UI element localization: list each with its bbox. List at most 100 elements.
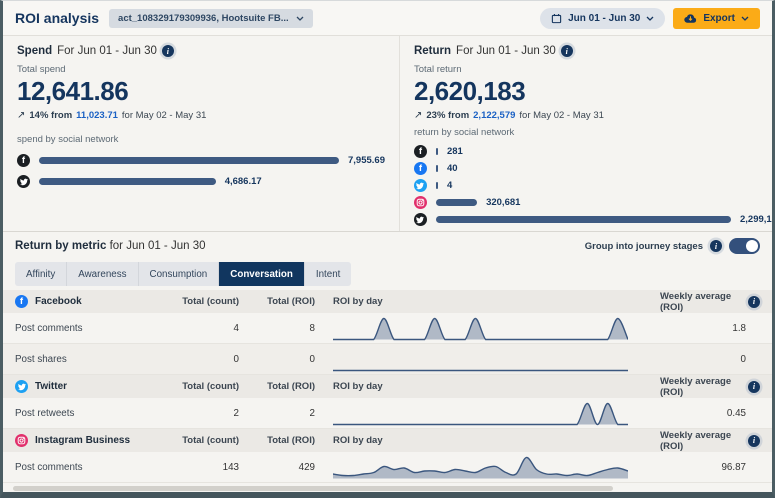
group-network: Instagram Business (15, 434, 173, 447)
metric-row-instagram-business-post-comments: Post comments14342996.87 (3, 452, 772, 483)
info-icon[interactable]: i (748, 296, 760, 308)
facebook-blue-icon: f (15, 295, 28, 308)
col-roi-by-day: ROI by day (315, 381, 660, 392)
roi-sparkline (333, 315, 628, 341)
spend-card: Spend For Jun 01 - Jun 30 i Total spend … (3, 36, 400, 231)
tab-intent[interactable]: Intent (305, 262, 352, 286)
network-bar (39, 157, 339, 164)
network-bar-row-facebook-dark: f 281 (414, 143, 775, 160)
return-network-bars: f 281 f40 4 320,681 2,299,177 (414, 143, 775, 228)
tab-awareness[interactable]: Awareness (67, 262, 138, 286)
roi-sparkline (333, 346, 628, 372)
date-range-picker[interactable]: Jun 01 - Jun 30 (540, 8, 665, 29)
col-weekly-average: Weekly average (ROI)i (660, 376, 760, 398)
instagram-icon (15, 434, 28, 447)
info-icon[interactable]: i (748, 381, 760, 393)
horizontal-scrollbar-thumb[interactable] (13, 486, 613, 491)
group-header-instagram-business: Instagram BusinessTotal (count)Total (RO… (3, 429, 772, 452)
col-total-roi: Total (ROI) (239, 435, 315, 446)
network-bar-row-facebook: f40 (414, 160, 775, 177)
metric-sparkline-cell (315, 346, 660, 372)
twitter-dark-icon (17, 175, 30, 188)
spend-period: For Jun 01 - Jun 30 (57, 45, 157, 57)
network-bar (436, 182, 438, 189)
metric-total-roi: 2 (239, 408, 315, 419)
chevron-down-icon (646, 16, 654, 21)
journey-stage-toggle[interactable] (729, 238, 760, 254)
metric-total-roi: 429 (239, 462, 315, 473)
col-weekly-average-label: Weekly average (ROI) (660, 291, 743, 313)
total-return-value: 2,620,183 (414, 76, 775, 107)
group-network: Twitter (15, 380, 173, 393)
return-delta-period: for May 02 - May 31 (519, 110, 603, 121)
network-bar-value: 281 (447, 146, 463, 157)
metric-sparkline-cell (315, 454, 660, 480)
spend-delta-period: for May 02 - May 31 (122, 110, 206, 121)
metric-weekly-average: 0.45 (660, 408, 760, 419)
export-button[interactable]: Export (673, 8, 760, 29)
metric-label: Post shares (15, 354, 173, 365)
metric-tabs: AffinityAwarenessConsumptionConversation… (15, 262, 351, 286)
metric-total-count: 0 (173, 354, 239, 365)
network-bar-value: 320,681 (486, 197, 520, 208)
network-bar (436, 148, 438, 155)
return-delta: ↗ 23% from 2,122,579 for May 02 - May 31 (414, 110, 775, 121)
network-bar (436, 216, 731, 223)
metric-label: Post comments (15, 462, 173, 473)
tab-conversation[interactable]: Conversation (219, 262, 305, 286)
spend-delta: ↗ 14% from 11,023.71 for May 02 - May 31 (17, 110, 385, 121)
group-header-facebook: fFacebookTotal (count)Total (ROI)ROI by … (3, 290, 772, 313)
metric-weekly-average: 0 (660, 354, 760, 365)
toggle-knob (746, 240, 758, 252)
account-selector-label: act_108329179309936, Hootsuite FB... (118, 13, 289, 24)
group-network-name: Instagram Business (35, 435, 130, 446)
network-bar-value: 40 (447, 163, 458, 174)
calendar-icon (551, 13, 562, 24)
network-bar-row-facebook: f7,955.69 (17, 150, 385, 171)
metric-section-header: Return by metric for Jun 01 - Jun 30 Gro… (3, 232, 772, 260)
info-icon[interactable]: i (748, 435, 760, 447)
info-icon[interactable]: i (162, 45, 174, 57)
return-period: For Jun 01 - Jun 30 (456, 45, 556, 57)
spend-delta-pct: 14% from (29, 110, 72, 121)
summary-cards: Spend For Jun 01 - Jun 30 i Total spend … (3, 36, 772, 232)
tab-consumption[interactable]: Consumption (139, 262, 220, 286)
journey-stage-control: Group into journey stages i (585, 238, 760, 254)
horizontal-scrollbar-track (13, 486, 762, 491)
network-bar-value: 7,955.69 (348, 155, 385, 166)
return-title: Return (414, 45, 451, 57)
group-network-name: Twitter (35, 381, 67, 392)
col-weekly-average: Weekly average (ROI) i (660, 291, 760, 313)
network-bar-row-twitter-dark: 2,299,177 (414, 211, 775, 228)
return-delta-prev-link[interactable]: 2,122,579 (473, 110, 515, 121)
col-weekly-average: Weekly average (ROI)i (660, 430, 760, 452)
group-network: fFacebook (15, 295, 173, 308)
journey-toggle-label: Group into journey stages (585, 241, 703, 252)
metric-weekly-average: 1.8 (660, 323, 760, 334)
metric-total-count: 2 (173, 408, 239, 419)
col-roi-by-day: ROI by day (315, 435, 660, 446)
col-total-roi: Total (ROI) (239, 296, 315, 307)
metric-label: Post retweets (15, 408, 173, 419)
spend-network-bars: f7,955.694,686.17 (17, 150, 385, 192)
facebook-dark-icon: f (414, 145, 427, 158)
col-total-count: Total (count) (173, 381, 239, 392)
twitter-dark-icon (414, 213, 427, 226)
network-bar-row-instagram-business: 320,681 (414, 194, 775, 211)
spend-title: Spend (17, 45, 52, 57)
cloud-download-icon (684, 13, 697, 24)
col-total-roi: Total (ROI) (239, 381, 315, 392)
topbar-actions: Jun 01 - Jun 30 Export (540, 8, 760, 29)
tab-affinity[interactable]: Affinity (15, 262, 67, 286)
spend-card-title: Spend For Jun 01 - Jun 30 i (17, 45, 385, 57)
spend-delta-prev-link[interactable]: 11,023.71 (76, 110, 118, 121)
col-roi-by-day: ROI by day (315, 296, 660, 307)
spend-bars-label: spend by social network (17, 134, 385, 145)
account-selector[interactable]: act_108329179309936, Hootsuite FB... (109, 9, 313, 28)
metric-section-period: for Jun 01 - Jun 30 (110, 240, 206, 252)
metric-total-roi: 8 (239, 323, 315, 334)
network-bar-value: 4 (447, 180, 452, 191)
info-icon[interactable]: i (710, 240, 722, 252)
info-icon[interactable]: i (561, 45, 573, 57)
metrics-table: fFacebookTotal (count)Total (ROI)ROI by … (3, 290, 772, 483)
